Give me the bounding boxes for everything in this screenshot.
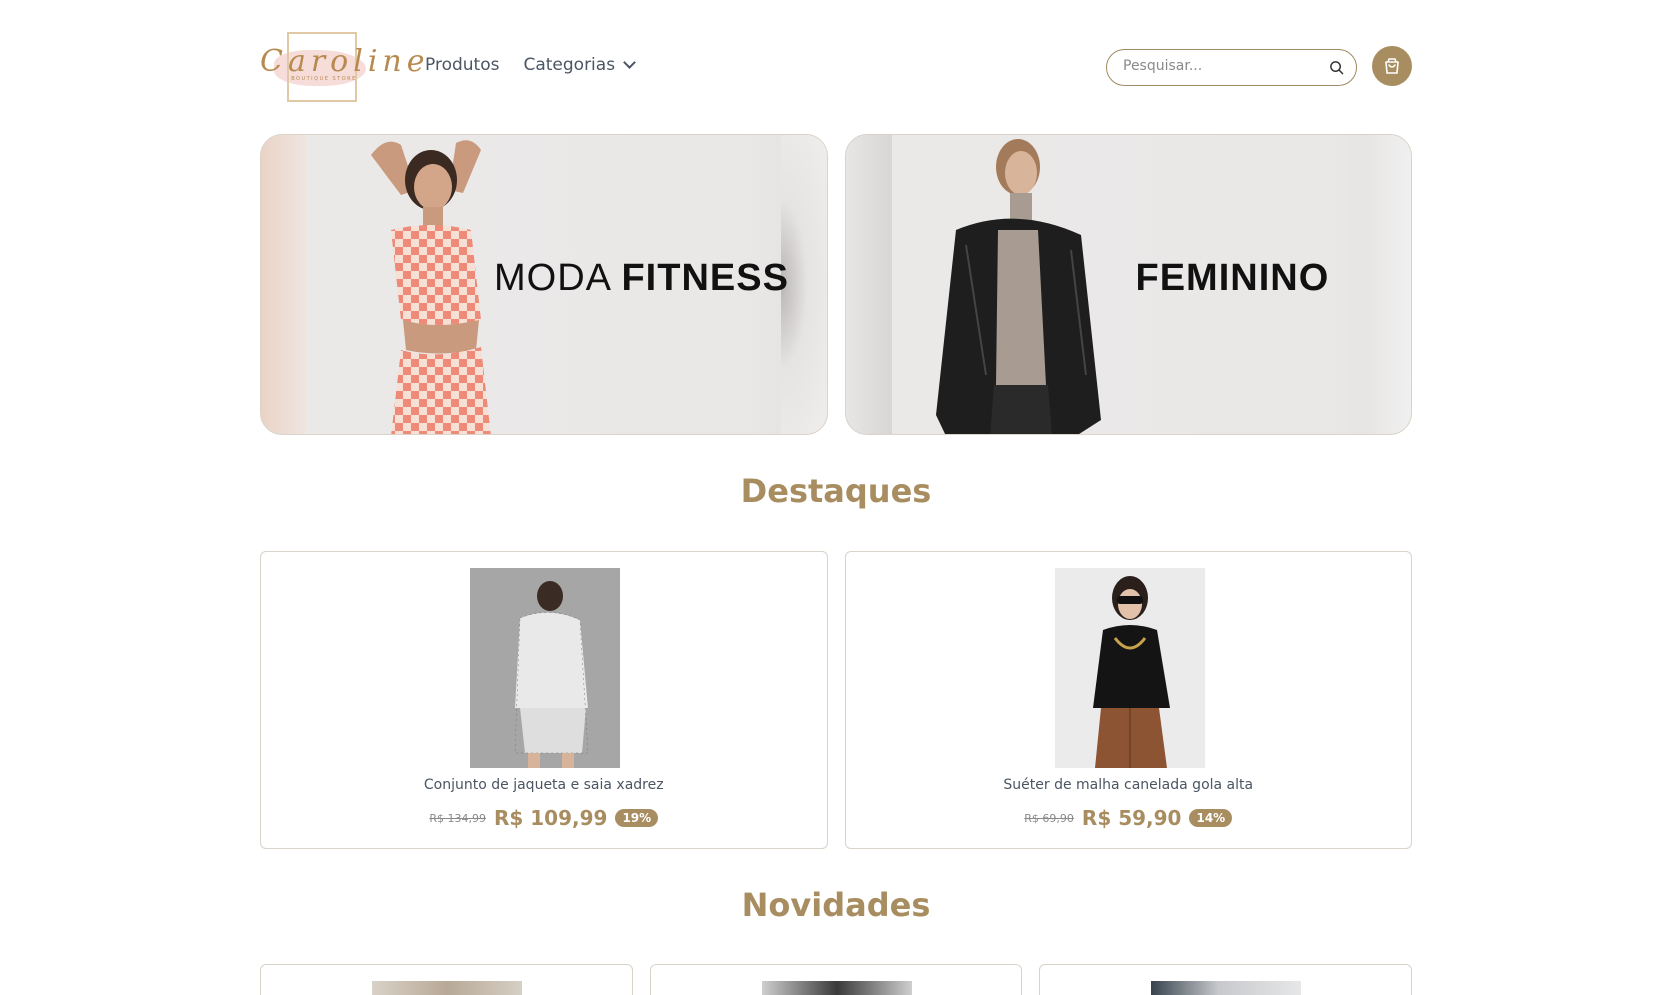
product-image — [1151, 981, 1302, 995]
section-title-featured: Destaques — [740, 472, 932, 510]
discount-badge: 14% — [1189, 809, 1233, 827]
logo-tagline: BOUTIQUE STORE — [291, 76, 357, 82]
brand-logo[interactable]: Caroline BOUTIQUE STORE — [260, 30, 430, 105]
old-price: R$ 69,90 — [1024, 811, 1074, 825]
shopping-bag-icon — [1385, 58, 1399, 74]
banner-row: MODA FITNESS FEMININO — [260, 134, 1412, 435]
banner-title-bold: FITNESS — [621, 257, 789, 299]
search-icon[interactable] — [1329, 60, 1344, 75]
product-card[interactable] — [649, 964, 1023, 995]
logo-text: Caroline — [260, 44, 430, 79]
banner-model-image — [935, 139, 1101, 434]
product-image — [470, 568, 620, 768]
site-header: Caroline BOUTIQUE STORE Produtos Categor… — [260, 30, 1412, 105]
banner-edge-left — [845, 135, 892, 434]
search-box — [1106, 49, 1357, 86]
price-row: R$ 69,90 R$ 59,90 14% — [846, 806, 1412, 830]
banner-moda-fitness-title: MODA FITNESS — [494, 257, 789, 300]
discount-badge: 19% — [615, 809, 659, 827]
product-card[interactable]: Suéter de malha canelada gola alta R$ 69… — [844, 551, 1412, 849]
product-card[interactable] — [1039, 964, 1413, 995]
banner-feminino-title: FEMININO — [1136, 257, 1330, 300]
product-card[interactable] — [260, 964, 633, 995]
product-image — [761, 981, 912, 995]
main-nav: Produtos Categorias — [425, 55, 636, 75]
featured-products-grid: Conjunto de jaqueta e saia xadrez R$ 134… — [260, 551, 1412, 849]
new-products-grid — [260, 964, 1413, 995]
banner-edge-right — [1365, 135, 1411, 434]
chevron-down-icon — [623, 56, 636, 69]
section-title-new: Novidades — [741, 886, 931, 924]
product-name: Suéter de malha canelada gola alta — [1003, 777, 1254, 793]
nav-produtos-label: Produtos — [425, 55, 500, 75]
nav-categorias-label: Categorias — [523, 55, 616, 75]
product-image — [1054, 568, 1205, 768]
product-image — [372, 981, 522, 995]
product-name: Conjunto de jaqueta e saia xadrez — [423, 777, 664, 793]
nav-produtos[interactable]: Produtos — [425, 55, 499, 75]
nav-categorias-dropdown[interactable]: Categorias — [523, 55, 636, 75]
current-price: R$ 109,99 — [493, 806, 608, 830]
product-card[interactable]: Conjunto de jaqueta e saia xadrez R$ 134… — [260, 551, 828, 849]
banner-title-bold: FEMININO — [1135, 257, 1330, 299]
old-price: R$ 134,99 — [429, 811, 486, 825]
cart-button[interactable] — [1372, 46, 1412, 86]
banner-edge-left — [261, 135, 307, 434]
banner-moda-fitness[interactable]: MODA FITNESS — [260, 134, 828, 435]
banner-title-light: MODA — [494, 257, 610, 299]
banner-feminino[interactable]: FEMININO — [844, 134, 1412, 435]
current-price: R$ 59,90 — [1081, 806, 1182, 830]
search-input[interactable] — [1123, 58, 1313, 74]
price-row: R$ 134,99 R$ 109,99 19% — [261, 806, 827, 830]
